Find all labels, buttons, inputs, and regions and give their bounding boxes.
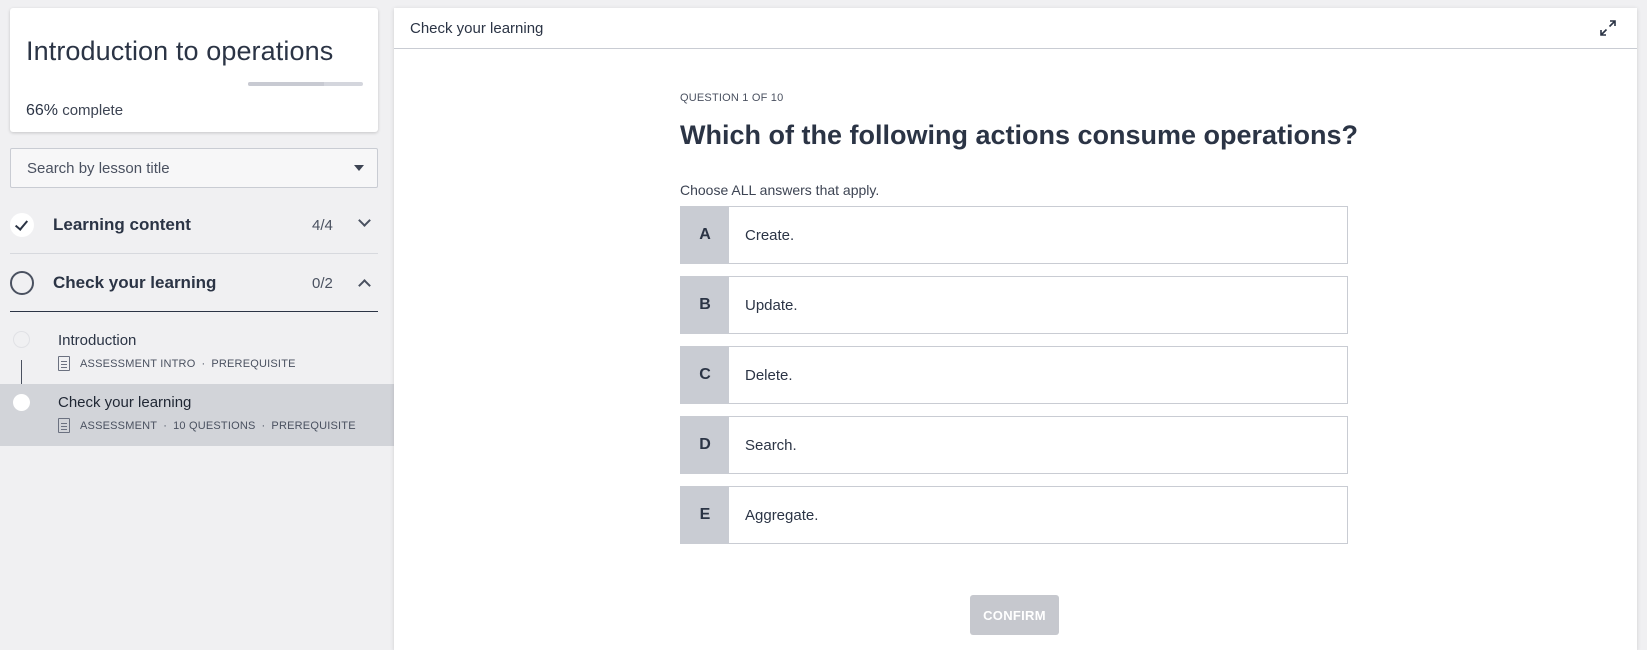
lesson-status-dot (13, 394, 30, 411)
lesson-item-introduction[interactable]: Introduction ASSESSMENT INTRO · PREREQUI… (0, 322, 394, 384)
lesson-type: ASSESSMENT INTRO (80, 357, 196, 370)
lesson-search-select[interactable]: Search by lesson title (10, 148, 378, 188)
progress-percent: 66% (26, 102, 59, 119)
section-count: 0/2 (312, 275, 333, 292)
answer-option-d[interactable]: D Search. (680, 416, 1348, 474)
course-progress-card: Introduction to operations 66% complete (10, 8, 378, 132)
lesson-title: Check your learning (58, 394, 192, 411)
course-sidebar: Introduction to operations 66% complete … (0, 0, 394, 650)
lesson-meta: ASSESSMENT · 10 QUESTIONS · PREREQUISITE (58, 418, 356, 433)
chevron-up-icon (358, 279, 371, 292)
document-icon (58, 356, 70, 371)
chevron-down-icon (358, 214, 371, 227)
answer-option-c[interactable]: C Delete. (680, 346, 1348, 404)
lesson-meta: ASSESSMENT INTRO · PREREQUISITE (58, 356, 296, 371)
question-emphasis: consume operations? (1077, 120, 1359, 150)
option-letter: E (681, 487, 729, 543)
progress-complete-label: complete (62, 102, 124, 119)
progress-summary: 66% complete (26, 102, 123, 120)
course-progress-bar (248, 82, 363, 86)
section-label: Learning content (53, 215, 191, 234)
option-text: Aggregate. (745, 506, 819, 524)
answer-option-b[interactable]: B Update. (680, 276, 1348, 334)
section-count: 4/4 (312, 217, 333, 234)
lesson-question-count: 10 QUESTIONS (173, 419, 256, 432)
option-text: Create. (745, 226, 795, 244)
option-letter: C (681, 347, 729, 403)
course-progress-fill (248, 82, 324, 86)
lesson-status-dot (13, 331, 30, 348)
option-text: Update. (745, 296, 798, 314)
check-icon (10, 213, 34, 237)
lesson-item-check-your-learning[interactable]: Check your learning ASSESSMENT · 10 QUES… (0, 384, 394, 446)
meta-separator: · (261, 419, 266, 432)
expand-icon[interactable] (1599, 19, 1617, 37)
lesson-tag: PREREQUISITE (211, 357, 296, 370)
lesson-title: Introduction (58, 332, 137, 349)
assessment-panel: Check your learning QUESTION 1 OF 10 Whi… (394, 8, 1637, 650)
confirm-button[interactable]: CONFIRM (970, 595, 1059, 635)
option-text: Search. (745, 436, 797, 454)
option-letter: D (681, 417, 729, 473)
question-text: Which of the following actions consume o… (680, 120, 1358, 151)
meta-separator: · (201, 357, 206, 370)
meta-separator: · (163, 419, 168, 432)
answer-option-a[interactable]: A Create. (680, 206, 1348, 264)
section-learning-content[interactable]: Learning content 4/4 (10, 196, 378, 254)
circle-icon (10, 271, 34, 295)
section-check-your-learning[interactable]: Check your learning 0/2 (10, 254, 378, 312)
caret-down-icon (354, 165, 364, 171)
panel-header: Check your learning (394, 8, 1637, 49)
question-prefix: Which of the following actions (680, 120, 1078, 150)
answer-option-e[interactable]: E Aggregate. (680, 486, 1348, 544)
lesson-tag: PREREQUISITE (271, 419, 356, 432)
section-label: Check your learning (53, 273, 217, 292)
course-title: Introduction to operations (26, 36, 334, 66)
question-counter: QUESTION 1 OF 10 (680, 92, 784, 104)
answer-instruction: Choose ALL answers that apply. (680, 182, 880, 198)
option-letter: B (681, 277, 729, 333)
lesson-search-placeholder: Search by lesson title (27, 160, 170, 177)
lesson-type: ASSESSMENT (80, 419, 158, 432)
document-icon (58, 418, 70, 433)
option-letter: A (681, 207, 729, 263)
panel-title: Check your learning (410, 20, 544, 37)
option-text: Delete. (745, 366, 793, 384)
